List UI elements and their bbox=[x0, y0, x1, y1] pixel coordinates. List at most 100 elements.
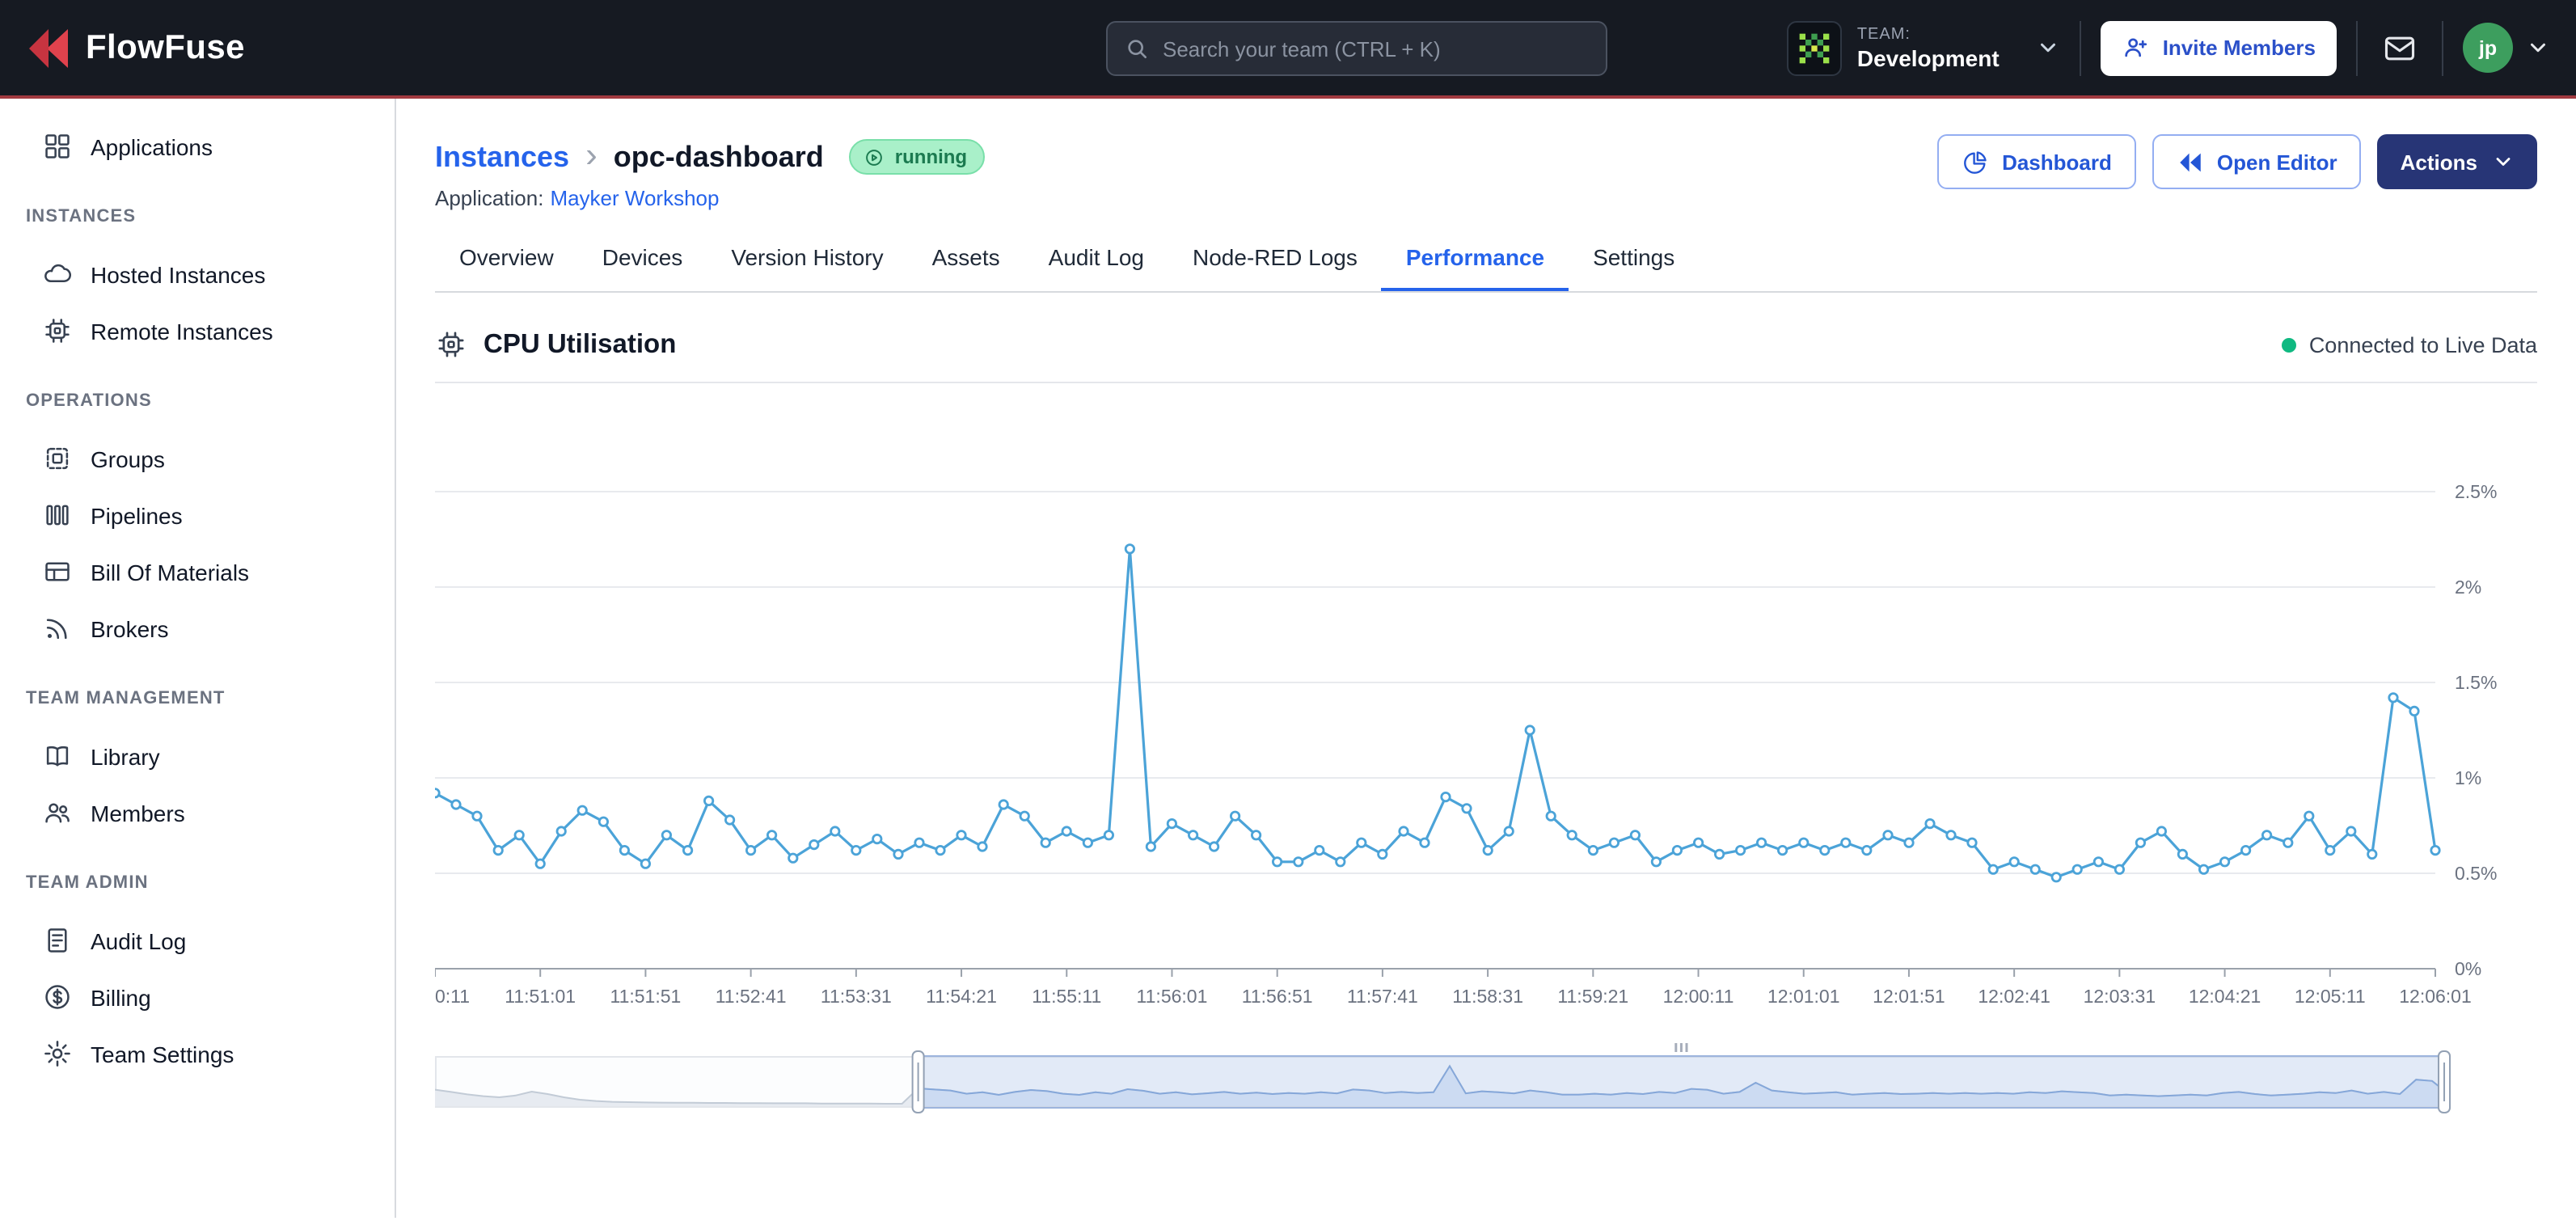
open-editor-button[interactable]: Open Editor bbox=[2152, 134, 2362, 189]
team-selector[interactable]: TEAM: Development bbox=[1788, 20, 2061, 75]
data-point bbox=[2178, 850, 2186, 858]
data-point bbox=[1800, 839, 1808, 847]
sidebar-item-brokers[interactable]: Brokers bbox=[0, 600, 395, 657]
sidebar-item-applications[interactable]: Applications bbox=[0, 118, 395, 175]
application-line: Application:Mayker Workshop bbox=[435, 186, 2537, 215]
search-input[interactable] bbox=[1163, 36, 1590, 61]
data-point bbox=[1736, 846, 1744, 854]
data-point bbox=[1778, 846, 1786, 854]
y-axis-label: 1% bbox=[2455, 767, 2481, 788]
sidebar-item-billing[interactable]: Billing bbox=[0, 969, 395, 1025]
tab-version-history[interactable]: Version History bbox=[707, 244, 907, 291]
chevron-down-icon bbox=[2526, 36, 2550, 60]
data-point bbox=[1315, 846, 1324, 854]
cpu-utilisation-chart: 0%0.5%1%1.5%2%2.5%11:50:1111:51:0111:51:… bbox=[435, 396, 2536, 1017]
tab-devices[interactable]: Devices bbox=[578, 244, 707, 291]
application-link[interactable]: Mayker Workshop bbox=[550, 186, 719, 210]
sidebar-item-label: Audit Log bbox=[91, 927, 186, 953]
hosted-instances-icon bbox=[42, 259, 73, 289]
brand[interactable]: FlowFuse bbox=[26, 25, 245, 70]
y-axis-label: 0% bbox=[2455, 958, 2481, 979]
data-point bbox=[1989, 865, 1997, 873]
data-point bbox=[1125, 545, 1134, 553]
x-axis-label: 12:03:31 bbox=[2084, 986, 2156, 1007]
sidebar-item-members[interactable]: Members bbox=[0, 784, 395, 841]
sidebar-item-hosted-instances[interactable]: Hosted Instances bbox=[0, 246, 395, 302]
groups-icon bbox=[42, 443, 73, 474]
brush-move-grip[interactable] bbox=[1674, 1043, 1677, 1052]
data-point bbox=[1884, 831, 1892, 839]
sidebar-item-pipelines[interactable]: Pipelines bbox=[0, 487, 395, 543]
data-point bbox=[2305, 812, 2313, 820]
x-axis-label: 11:51:01 bbox=[505, 986, 576, 1007]
navbar-divider bbox=[2356, 20, 2358, 75]
user-menu[interactable]: jp bbox=[2463, 23, 2550, 73]
sidebar-item-team-settings[interactable]: Team Settings bbox=[0, 1025, 395, 1082]
data-point bbox=[1252, 831, 1260, 839]
data-point bbox=[1168, 819, 1176, 827]
data-point bbox=[2326, 846, 2334, 854]
invite-members-button[interactable]: Invite Members bbox=[2101, 20, 2337, 75]
data-point bbox=[2136, 839, 2144, 847]
team-name: Development bbox=[1857, 44, 2000, 70]
data-point bbox=[1020, 812, 1028, 820]
tab-settings[interactable]: Settings bbox=[1569, 244, 1699, 291]
notifications-button[interactable] bbox=[2377, 25, 2422, 70]
applications-icon bbox=[42, 131, 73, 162]
page-title: opc-dashboard bbox=[614, 140, 824, 174]
data-point bbox=[1715, 850, 1723, 858]
sidebar-section-instances: INSTANCES bbox=[0, 204, 395, 230]
data-point bbox=[1442, 792, 1450, 801]
tab-assets[interactable]: Assets bbox=[908, 244, 1024, 291]
team-identicon-icon bbox=[1797, 30, 1833, 65]
data-point bbox=[2094, 858, 2102, 866]
data-point bbox=[2368, 850, 2376, 858]
data-point bbox=[2073, 865, 2081, 873]
mail-icon bbox=[2382, 30, 2418, 65]
sidebar-item-bill-of-materials[interactable]: Bill Of Materials bbox=[0, 543, 395, 600]
data-point bbox=[1147, 843, 1155, 851]
tab-node-red-logs[interactable]: Node-RED Logs bbox=[1168, 244, 1382, 291]
data-point bbox=[2389, 694, 2397, 702]
data-point bbox=[1821, 846, 1829, 854]
tab-overview[interactable]: Overview bbox=[435, 244, 578, 291]
sidebar-item-label: Remote Instances bbox=[91, 318, 273, 344]
pipelines-icon bbox=[42, 500, 73, 530]
data-point bbox=[1842, 839, 1850, 847]
tab-audit-log[interactable]: Audit Log bbox=[1024, 244, 1168, 291]
avatar: jp bbox=[2463, 23, 2513, 73]
brush-move-grip[interactable] bbox=[1686, 1043, 1688, 1052]
sidebar-section-team-admin: TEAM ADMIN bbox=[0, 870, 395, 896]
data-point bbox=[1673, 846, 1681, 854]
brokers-icon bbox=[42, 613, 73, 644]
data-point bbox=[2010, 858, 2018, 866]
sidebar-item-audit-log[interactable]: Audit Log bbox=[0, 912, 395, 969]
dashboard-button[interactable]: Dashboard bbox=[1937, 134, 2136, 189]
sidebar: Applications INSTANCES Hosted Instances Rem… bbox=[0, 99, 396, 1218]
actions-button[interactable]: Actions bbox=[2378, 134, 2537, 189]
data-point bbox=[1757, 839, 1765, 847]
header-actions: Dashboard Open Editor Actions bbox=[1937, 134, 2537, 189]
data-point bbox=[2220, 858, 2228, 866]
data-point bbox=[915, 839, 923, 847]
data-point bbox=[704, 796, 712, 805]
data-point bbox=[1379, 850, 1387, 858]
x-axis-label: 11:52:41 bbox=[716, 986, 787, 1007]
flowfuse-logo-icon bbox=[26, 25, 71, 70]
instance-tabs: OverviewDevicesVersion HistoryAssetsAudi… bbox=[435, 244, 2537, 293]
breadcrumb-instances-link[interactable]: Instances bbox=[435, 140, 569, 174]
data-point bbox=[1062, 827, 1071, 835]
tab-performance[interactable]: Performance bbox=[1382, 244, 1569, 291]
brush-move-grip[interactable] bbox=[1680, 1043, 1683, 1052]
chart-range-selector[interactable] bbox=[435, 1043, 2536, 1117]
search-icon bbox=[1124, 36, 1150, 61]
sidebar-item-library[interactable]: Library bbox=[0, 728, 395, 784]
team-search[interactable] bbox=[1106, 21, 1607, 76]
data-point bbox=[1589, 846, 1597, 854]
sidebar-item-remote-instances[interactable]: Remote Instances bbox=[0, 302, 395, 359]
sidebar-item-groups[interactable]: Groups bbox=[0, 430, 395, 487]
navbar-right: TEAM: Development Invite Members bbox=[1788, 20, 2550, 75]
data-point bbox=[1905, 839, 1913, 847]
data-point bbox=[2410, 707, 2418, 715]
x-axis-label: 11:57:41 bbox=[1347, 986, 1418, 1007]
